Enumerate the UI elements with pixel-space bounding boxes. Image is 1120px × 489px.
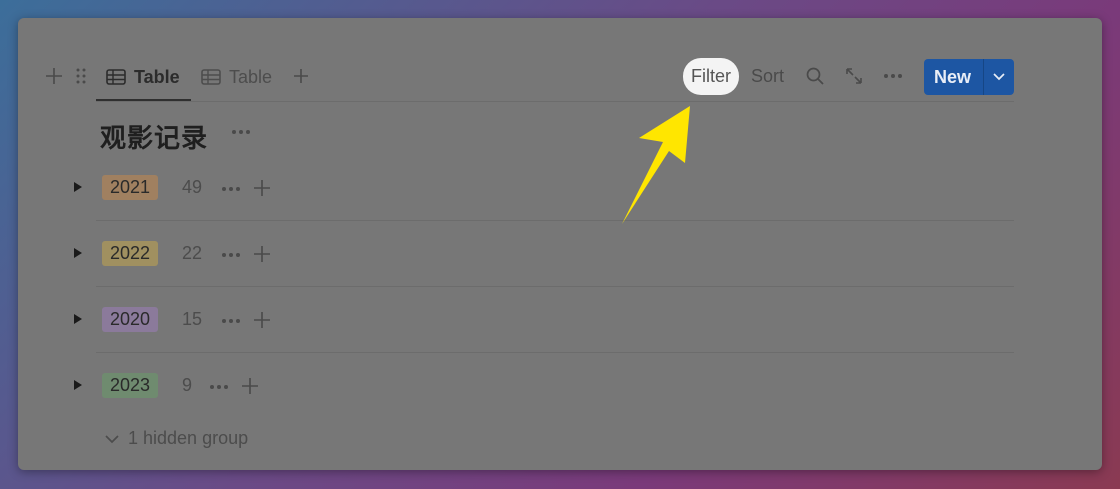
database-window: Table Table Filter Sort New 观影记录 2021 49… xyxy=(18,18,1102,470)
annotation-arrow-icon xyxy=(622,106,690,224)
